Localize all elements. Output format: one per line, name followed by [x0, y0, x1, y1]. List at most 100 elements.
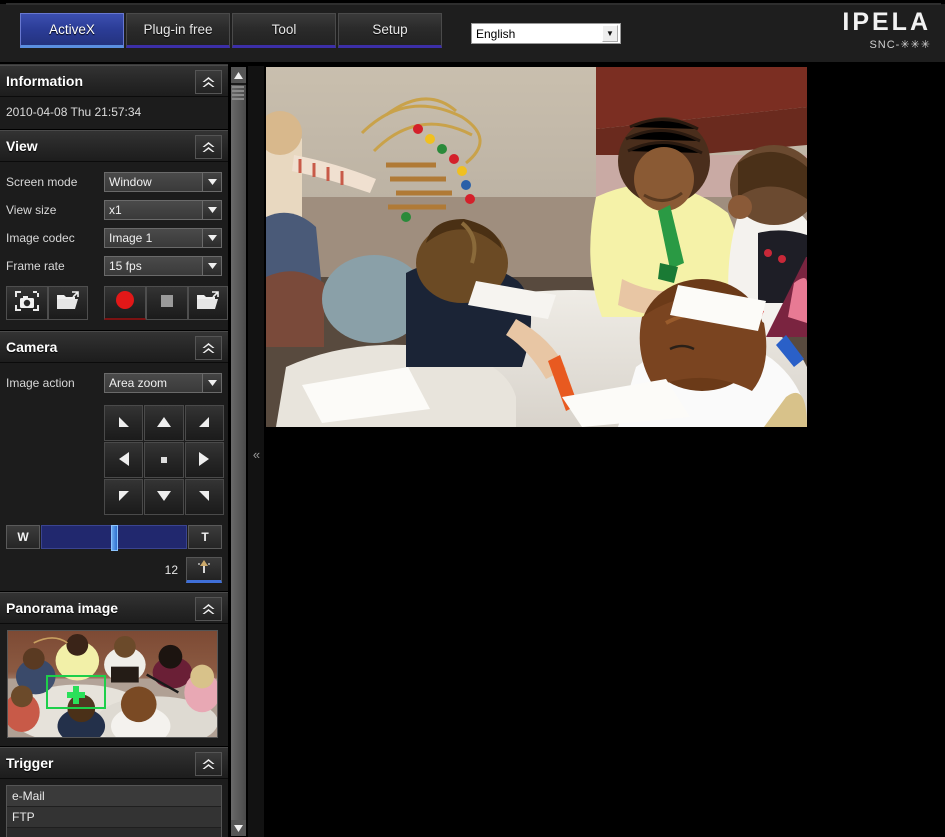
tab-tool-label: Tool	[271, 22, 297, 37]
panel-camera-body: Image action Area zoom W T 12	[0, 363, 228, 591]
trigger-list[interactable]: e-Mail FTP	[6, 785, 222, 837]
chevron-down-icon	[202, 173, 221, 191]
arrow-up-icon	[156, 415, 172, 431]
snapshot-folder-button[interactable]	[48, 286, 89, 320]
pan-tilt-pad	[104, 405, 224, 515]
list-item[interactable]: FTP	[7, 807, 221, 828]
image-codec-label: Image codec	[6, 231, 75, 245]
double-chevron-up-icon[interactable]	[195, 752, 222, 776]
view-size-select[interactable]: x1	[104, 200, 222, 220]
arrow-down-right-icon	[196, 488, 212, 506]
tab-activex[interactable]: ActiveX	[20, 13, 124, 48]
zoom-slider-thumb[interactable]	[111, 525, 119, 551]
screen-mode-label: Screen mode	[6, 175, 78, 189]
row-screen-mode: Screen mode Window	[0, 168, 228, 196]
panel-trigger-body: e-Mail FTP	[0, 779, 228, 837]
row-image-codec: Image codec Image 1	[0, 224, 228, 252]
panel-view-title: View	[6, 138, 38, 154]
language-select[interactable]: English ▼	[471, 23, 621, 44]
screen-mode-select[interactable]: Window	[104, 172, 222, 192]
stop-square-icon	[157, 291, 177, 316]
pan-up-left-button[interactable]	[104, 405, 144, 441]
logo-wordmark: IPELA	[842, 8, 931, 36]
brand-logo: IPELA SNC-✳✳✳	[842, 8, 931, 52]
pan-left-button[interactable]	[104, 442, 144, 478]
image-action-select[interactable]: Area zoom	[104, 373, 222, 393]
panel-camera-header: Camera	[0, 331, 228, 363]
panel-trigger-title: Trigger	[6, 755, 54, 771]
panel-trigger-header: Trigger	[0, 747, 228, 779]
scroll-down-arrow-icon[interactable]	[231, 820, 246, 836]
record-circle-icon	[114, 289, 136, 316]
list-item[interactable]: e-Mail	[7, 786, 221, 807]
zoom-slider-row: W T	[6, 525, 222, 551]
green-crosshair-icon	[67, 686, 85, 704]
double-chevron-up-icon[interactable]	[195, 597, 222, 621]
arrow-right-icon	[197, 451, 211, 469]
arrow-up-right-icon	[196, 414, 212, 432]
image-action-value: Area zoom	[109, 376, 168, 390]
sidebar-scrollbar-thumb[interactable]	[231, 85, 246, 823]
record-button[interactable]	[103, 286, 146, 320]
snapshot-button[interactable]	[6, 286, 49, 320]
panorama-thumbnail	[8, 631, 217, 737]
zoom-value-row: 12	[0, 557, 222, 583]
zoom-value: 12	[164, 563, 178, 577]
row-frame-rate: Frame rate 15 fps	[0, 252, 228, 280]
chevron-down-icon	[202, 201, 221, 219]
chevron-down-icon	[202, 229, 221, 247]
arrow-down-left-icon	[116, 488, 132, 506]
row-view-size: View size x1	[0, 196, 228, 224]
image-codec-select[interactable]: Image 1	[104, 228, 222, 248]
chevron-down-icon: ▼	[602, 25, 618, 42]
double-chevron-up-icon[interactable]	[195, 70, 222, 94]
tab-setup[interactable]: Setup	[338, 13, 442, 48]
sidebar-scrollbar[interactable]	[230, 66, 247, 837]
stop-button[interactable]	[145, 286, 188, 320]
control-sidebar: Information 2010-04-08 Thu 21:57:34 View…	[0, 64, 228, 837]
view-size-label: View size	[6, 203, 57, 217]
zoom-wide-button[interactable]: W	[6, 525, 40, 549]
pan-up-button[interactable]	[144, 405, 184, 441]
scroll-up-arrow-icon[interactable]	[231, 67, 246, 83]
pan-up-right-button[interactable]	[184, 405, 224, 441]
main-tab-bar: ActiveX Plug-in free Tool Setup	[20, 13, 444, 48]
double-chevron-left-icon[interactable]: «	[250, 442, 263, 466]
open-folder-icon	[196, 290, 220, 316]
zoom-tele-button[interactable]: T	[188, 525, 222, 549]
panel-information-title: Information	[6, 73, 83, 89]
panel-information-header: Information	[0, 65, 228, 97]
panel-panorama-header: Panorama image	[0, 592, 228, 624]
pan-down-button[interactable]	[144, 479, 184, 515]
screen-mode-value: Window	[109, 175, 152, 189]
pan-right-button[interactable]	[184, 442, 224, 478]
pan-home-button[interactable]	[144, 442, 184, 478]
panel-view: View Screen mode Window View size x1 Ima…	[0, 130, 228, 331]
zoom-slider[interactable]	[41, 525, 187, 551]
tab-plugin-free[interactable]: Plug-in free	[126, 13, 230, 48]
panel-panorama-title: Panorama image	[6, 600, 119, 616]
focus-button[interactable]	[186, 557, 222, 583]
record-folder-button[interactable]	[187, 286, 228, 320]
frame-rate-select[interactable]: 15 fps	[104, 256, 222, 276]
panel-view-body: Screen mode Window View size x1 Image co…	[0, 162, 228, 330]
live-video-stream[interactable]	[266, 67, 807, 427]
frame-rate-value: 15 fps	[109, 259, 142, 273]
double-chevron-up-icon[interactable]	[195, 135, 222, 159]
double-chevron-up-icon[interactable]	[195, 336, 222, 360]
panel-information: Information 2010-04-08 Thu 21:57:34	[0, 65, 228, 130]
tab-activex-label: ActiveX	[49, 22, 95, 37]
topbar-highlight-line	[6, 3, 941, 5]
panel-view-header: View	[0, 130, 228, 162]
logo-model-name: SNC-✳✳✳	[869, 39, 931, 51]
pan-down-right-button[interactable]	[184, 479, 224, 515]
pan-down-left-button[interactable]	[104, 479, 144, 515]
video-viewport	[266, 64, 945, 837]
panorama-image[interactable]	[7, 630, 218, 738]
image-action-label: Image action	[6, 376, 75, 390]
panel-panorama: Panorama image	[0, 592, 228, 747]
chevron-down-icon	[202, 374, 221, 392]
home-dot-icon	[160, 457, 167, 463]
tab-tool[interactable]: Tool	[232, 13, 336, 48]
arrow-left-icon	[117, 451, 131, 469]
